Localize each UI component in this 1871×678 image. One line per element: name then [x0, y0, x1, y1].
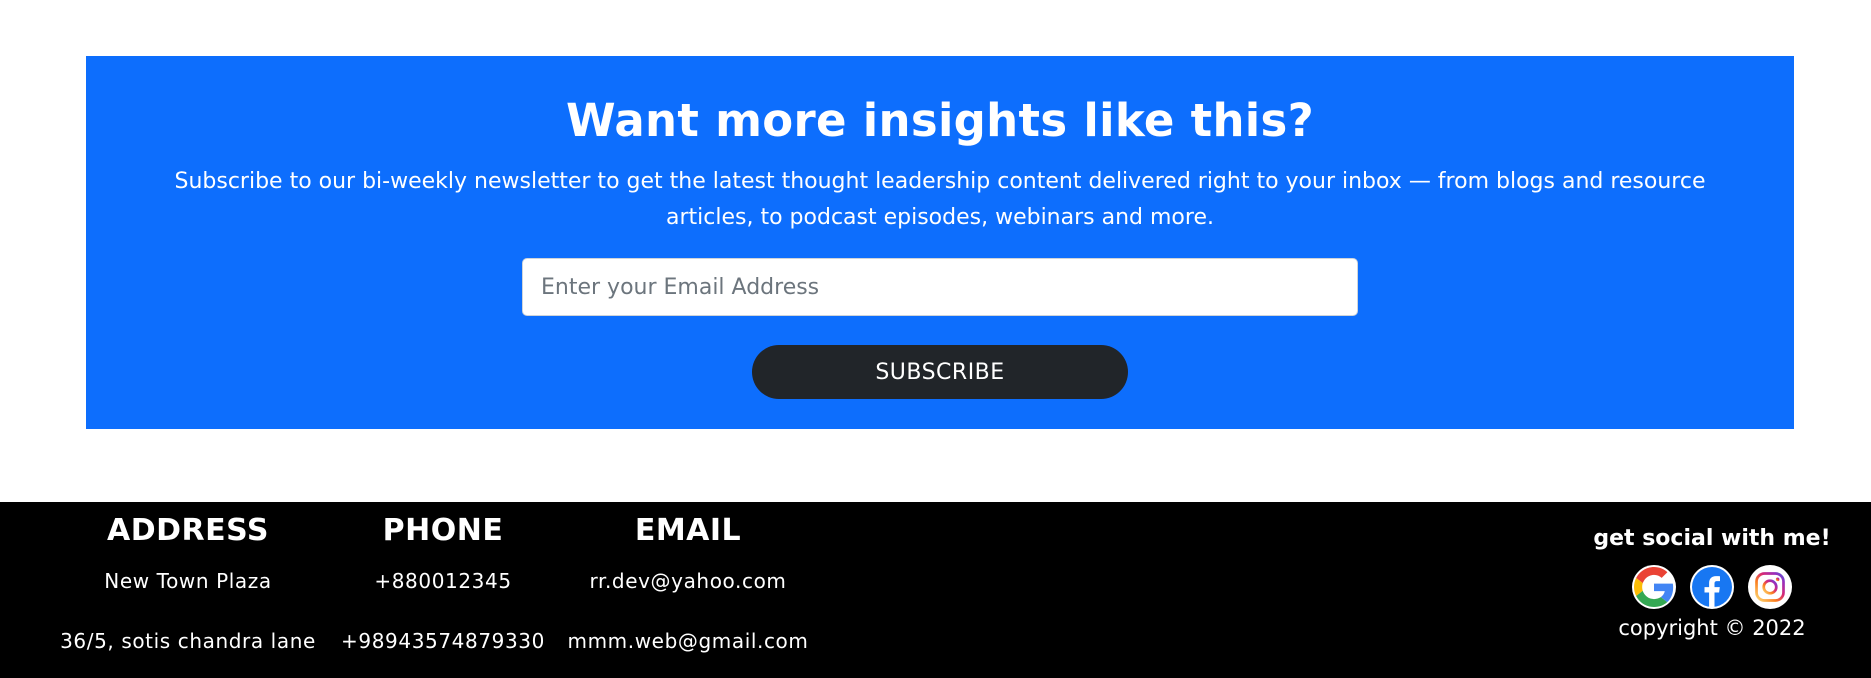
facebook-icon[interactable]	[1690, 565, 1734, 609]
email-address: rr.dev@yahoo.com	[589, 569, 787, 593]
instagram-icon[interactable]	[1748, 565, 1792, 609]
email-heading: EMAIL	[634, 513, 742, 548]
address-line: 36/5, sotis chandra lane	[60, 629, 316, 653]
footer: ADDRESS New Town Plaza 36/5, sotis chand…	[0, 502, 1871, 678]
newsletter-section: Want more insights like this? Subscribe …	[86, 56, 1794, 429]
address-line: New Town Plaza	[104, 569, 272, 593]
subscribe-button[interactable]: SUBSCRIBE	[752, 345, 1128, 399]
newsletter-description: Subscribe to our bi-weekly newsletter to…	[174, 169, 1706, 230]
page: Want more insights like this? Subscribe …	[0, 0, 1871, 678]
copyright-text: copyright © 2022	[1618, 616, 1806, 640]
social-icons	[1590, 565, 1834, 609]
phone-number: +98943574879330	[341, 629, 545, 653]
newsletter-title: Want more insights like this?	[566, 94, 1314, 147]
social-title: get social with me!	[1593, 526, 1831, 551]
email-address: mmm.web@gmail.com	[567, 629, 809, 653]
google-icon[interactable]	[1632, 565, 1676, 609]
address-heading: ADDRESS	[107, 513, 269, 548]
phone-number: +880012345	[374, 569, 512, 593]
email-input[interactable]	[522, 258, 1358, 316]
phone-heading: PHONE	[382, 513, 504, 548]
